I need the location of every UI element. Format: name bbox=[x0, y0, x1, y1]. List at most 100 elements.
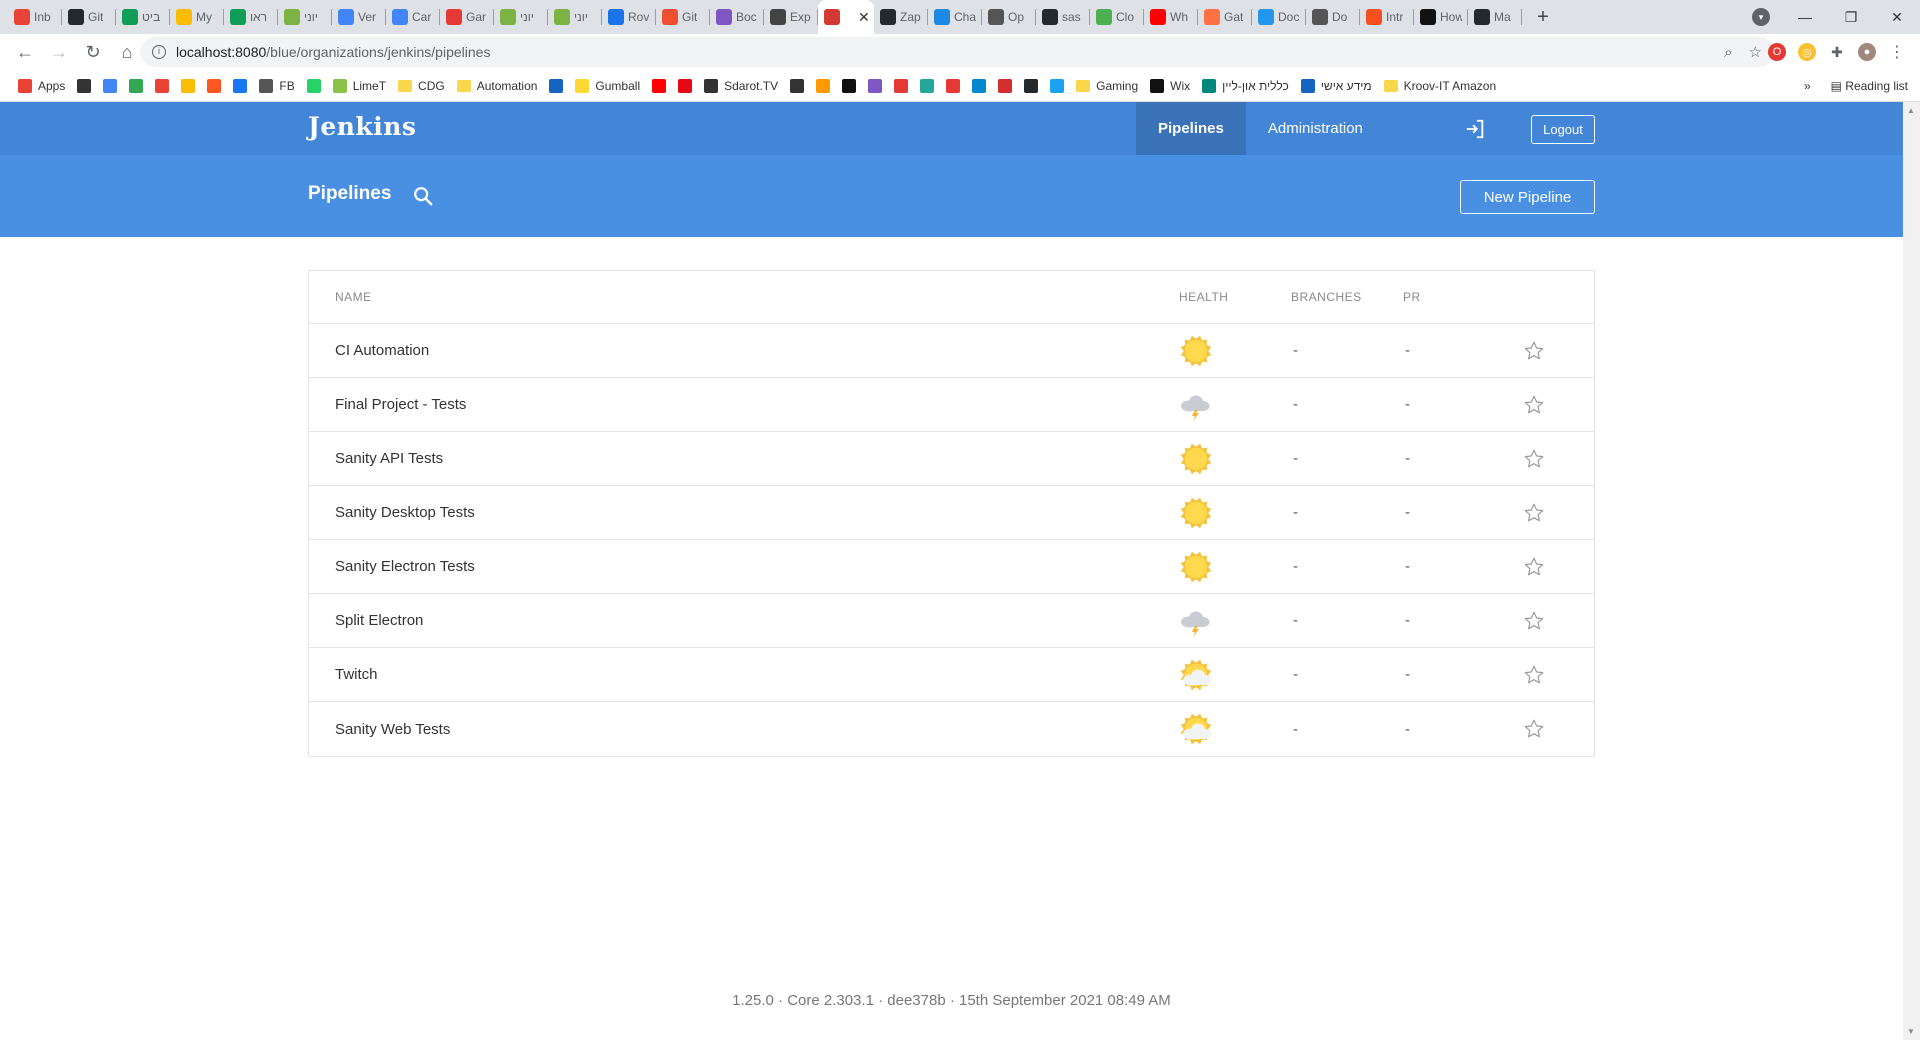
browser-tab[interactable]: Zap bbox=[874, 0, 928, 34]
minimize-icon[interactable]: — bbox=[1782, 9, 1828, 25]
table-row[interactable]: Sanity Web Tests - - bbox=[309, 702, 1594, 756]
browser-tab[interactable]: ביט bbox=[116, 0, 170, 34]
browser-tab[interactable]: יוני bbox=[278, 0, 332, 34]
exit-classic-icon[interactable] bbox=[1464, 118, 1486, 140]
bookmark-item[interactable]: CDG bbox=[392, 73, 451, 99]
address-bar[interactable]: i localhost:8080/blue/organizations/jenk… bbox=[140, 37, 1774, 67]
browser-tab[interactable]: Git bbox=[656, 0, 710, 34]
table-row[interactable]: Sanity API Tests - - bbox=[309, 432, 1594, 486]
bookmark-item[interactable] bbox=[862, 73, 888, 99]
scroll-up-icon[interactable]: ▲ bbox=[1907, 106, 1915, 115]
browser-tab[interactable]: ✕ bbox=[818, 0, 874, 34]
bookmark-item[interactable]: מידע אישי bbox=[1295, 73, 1378, 99]
logout-button[interactable]: Logout bbox=[1531, 115, 1595, 144]
reload-icon[interactable]: ↻ bbox=[76, 37, 110, 67]
browser-tab[interactable]: Op bbox=[982, 0, 1036, 34]
zoom-icon[interactable]: ⌕ bbox=[1724, 44, 1732, 61]
bookmark-item[interactable] bbox=[201, 73, 227, 99]
bookmark-item[interactable]: LimeT bbox=[327, 73, 392, 99]
nav-administration[interactable]: Administration bbox=[1246, 102, 1385, 155]
browser-tab[interactable]: ראו bbox=[224, 0, 278, 34]
browser-tab[interactable]: Exp bbox=[764, 0, 818, 34]
browser-tab[interactable]: Git bbox=[62, 0, 116, 34]
tab-search-icon[interactable]: ▾ bbox=[1752, 8, 1770, 26]
search-icon[interactable] bbox=[412, 185, 434, 207]
browser-tab[interactable]: Doc bbox=[1252, 0, 1306, 34]
pipeline-name[interactable]: CI Automation bbox=[309, 342, 1179, 359]
pipeline-name[interactable]: Sanity API Tests bbox=[309, 450, 1179, 467]
favorite-star-icon[interactable] bbox=[1523, 664, 1545, 686]
browser-tab[interactable]: My bbox=[170, 0, 224, 34]
browser-tab[interactable]: Gat bbox=[1198, 0, 1252, 34]
bookmark-item[interactable] bbox=[940, 73, 966, 99]
bookmark-item[interactable] bbox=[123, 73, 149, 99]
bookmark-item[interactable] bbox=[149, 73, 175, 99]
bookmark-item[interactable] bbox=[992, 73, 1018, 99]
bookmark-item[interactable]: Automation bbox=[451, 73, 544, 99]
column-name[interactable]: NAME bbox=[309, 290, 1179, 304]
favorite-star-icon[interactable] bbox=[1523, 502, 1545, 524]
bookmarks-more-icon[interactable]: » bbox=[1804, 79, 1811, 93]
bookmark-item[interactable]: Wix bbox=[1144, 73, 1196, 99]
bookmark-item[interactable] bbox=[888, 73, 914, 99]
table-row[interactable]: Sanity Desktop Tests - - bbox=[309, 486, 1594, 540]
browser-tab[interactable]: יוני bbox=[548, 0, 602, 34]
bookmark-item[interactable] bbox=[836, 73, 862, 99]
nav-pipelines[interactable]: Pipelines bbox=[1136, 102, 1246, 155]
favorite-star-icon[interactable] bbox=[1523, 556, 1545, 578]
browser-tab[interactable]: יוני bbox=[494, 0, 548, 34]
browser-tab[interactable]: Do bbox=[1306, 0, 1360, 34]
back-icon[interactable]: ← bbox=[8, 37, 42, 67]
chrome-extension-icon[interactable]: ◎ bbox=[1798, 43, 1816, 61]
pipeline-name[interactable]: Sanity Web Tests bbox=[309, 721, 1179, 738]
favorite-star-icon[interactable] bbox=[1523, 718, 1545, 740]
bookmark-item[interactable] bbox=[1018, 73, 1044, 99]
bookmark-item[interactable]: Sdarot.TV bbox=[698, 73, 784, 99]
new-tab-button[interactable]: + bbox=[1528, 0, 1558, 34]
favorite-star-icon[interactable] bbox=[1523, 610, 1545, 632]
bookmark-item[interactable]: FB bbox=[253, 73, 300, 99]
browser-tab[interactable]: Cha bbox=[928, 0, 982, 34]
bookmark-item[interactable] bbox=[810, 73, 836, 99]
forward-icon[interactable]: → bbox=[42, 37, 76, 67]
favorite-star-icon[interactable] bbox=[1523, 394, 1545, 416]
favorite-star-icon[interactable] bbox=[1523, 340, 1545, 362]
browser-tab[interactable]: Ver bbox=[332, 0, 386, 34]
reading-list-button[interactable]: ▤ Reading list bbox=[1831, 79, 1908, 93]
bookmark-item[interactable] bbox=[1044, 73, 1070, 99]
profile-avatar[interactable]: ● bbox=[1858, 43, 1876, 61]
bookmark-item[interactable]: Kroov-IT Amazon bbox=[1378, 73, 1502, 99]
new-pipeline-button[interactable]: New Pipeline bbox=[1460, 180, 1595, 214]
bookmark-item[interactable] bbox=[672, 73, 698, 99]
bookmark-item[interactable] bbox=[97, 73, 123, 99]
jenkins-logo[interactable]: Jenkins bbox=[308, 112, 416, 141]
browser-tab[interactable]: Car bbox=[386, 0, 440, 34]
table-row[interactable]: Sanity Electron Tests - - bbox=[309, 540, 1594, 594]
table-row[interactable]: Split Electron - - bbox=[309, 594, 1594, 648]
pipeline-name[interactable]: Twitch bbox=[309, 666, 1179, 683]
browser-tab[interactable]: How bbox=[1414, 0, 1468, 34]
bookmark-item[interactable] bbox=[227, 73, 253, 99]
pipeline-name[interactable]: Sanity Electron Tests bbox=[309, 558, 1179, 575]
favorite-star-icon[interactable] bbox=[1523, 448, 1545, 470]
close-tab-icon[interactable]: ✕ bbox=[858, 9, 870, 26]
bookmark-star-icon[interactable]: ☆ bbox=[1749, 43, 1762, 61]
bookmark-item[interactable]: Gaming bbox=[1070, 73, 1144, 99]
table-row[interactable]: Twitch - - bbox=[309, 648, 1594, 702]
home-icon[interactable]: ⌂ bbox=[110, 37, 144, 67]
scroll-down-icon[interactable]: ▼ bbox=[1907, 1027, 1915, 1036]
pipeline-name[interactable]: Sanity Desktop Tests bbox=[309, 504, 1179, 521]
bookmark-item[interactable]: כללית און-ליין bbox=[1196, 73, 1295, 99]
bookmark-item[interactable] bbox=[543, 73, 569, 99]
bookmark-item[interactable] bbox=[914, 73, 940, 99]
extensions-puzzle-icon[interactable]: ✚ bbox=[1828, 43, 1846, 61]
browser-tab[interactable]: Rov bbox=[602, 0, 656, 34]
table-row[interactable]: Final Project - Tests - - bbox=[309, 378, 1594, 432]
browser-tab[interactable]: sas bbox=[1036, 0, 1090, 34]
browser-tab[interactable]: Intr bbox=[1360, 0, 1414, 34]
browser-menu-icon[interactable]: ⋮ bbox=[1888, 43, 1906, 61]
page-scrollbar[interactable]: ▲ ▼ bbox=[1903, 102, 1920, 1040]
bookmark-item[interactable] bbox=[966, 73, 992, 99]
pipeline-name[interactable]: Final Project - Tests bbox=[309, 396, 1179, 413]
bookmark-item[interactable] bbox=[71, 73, 97, 99]
